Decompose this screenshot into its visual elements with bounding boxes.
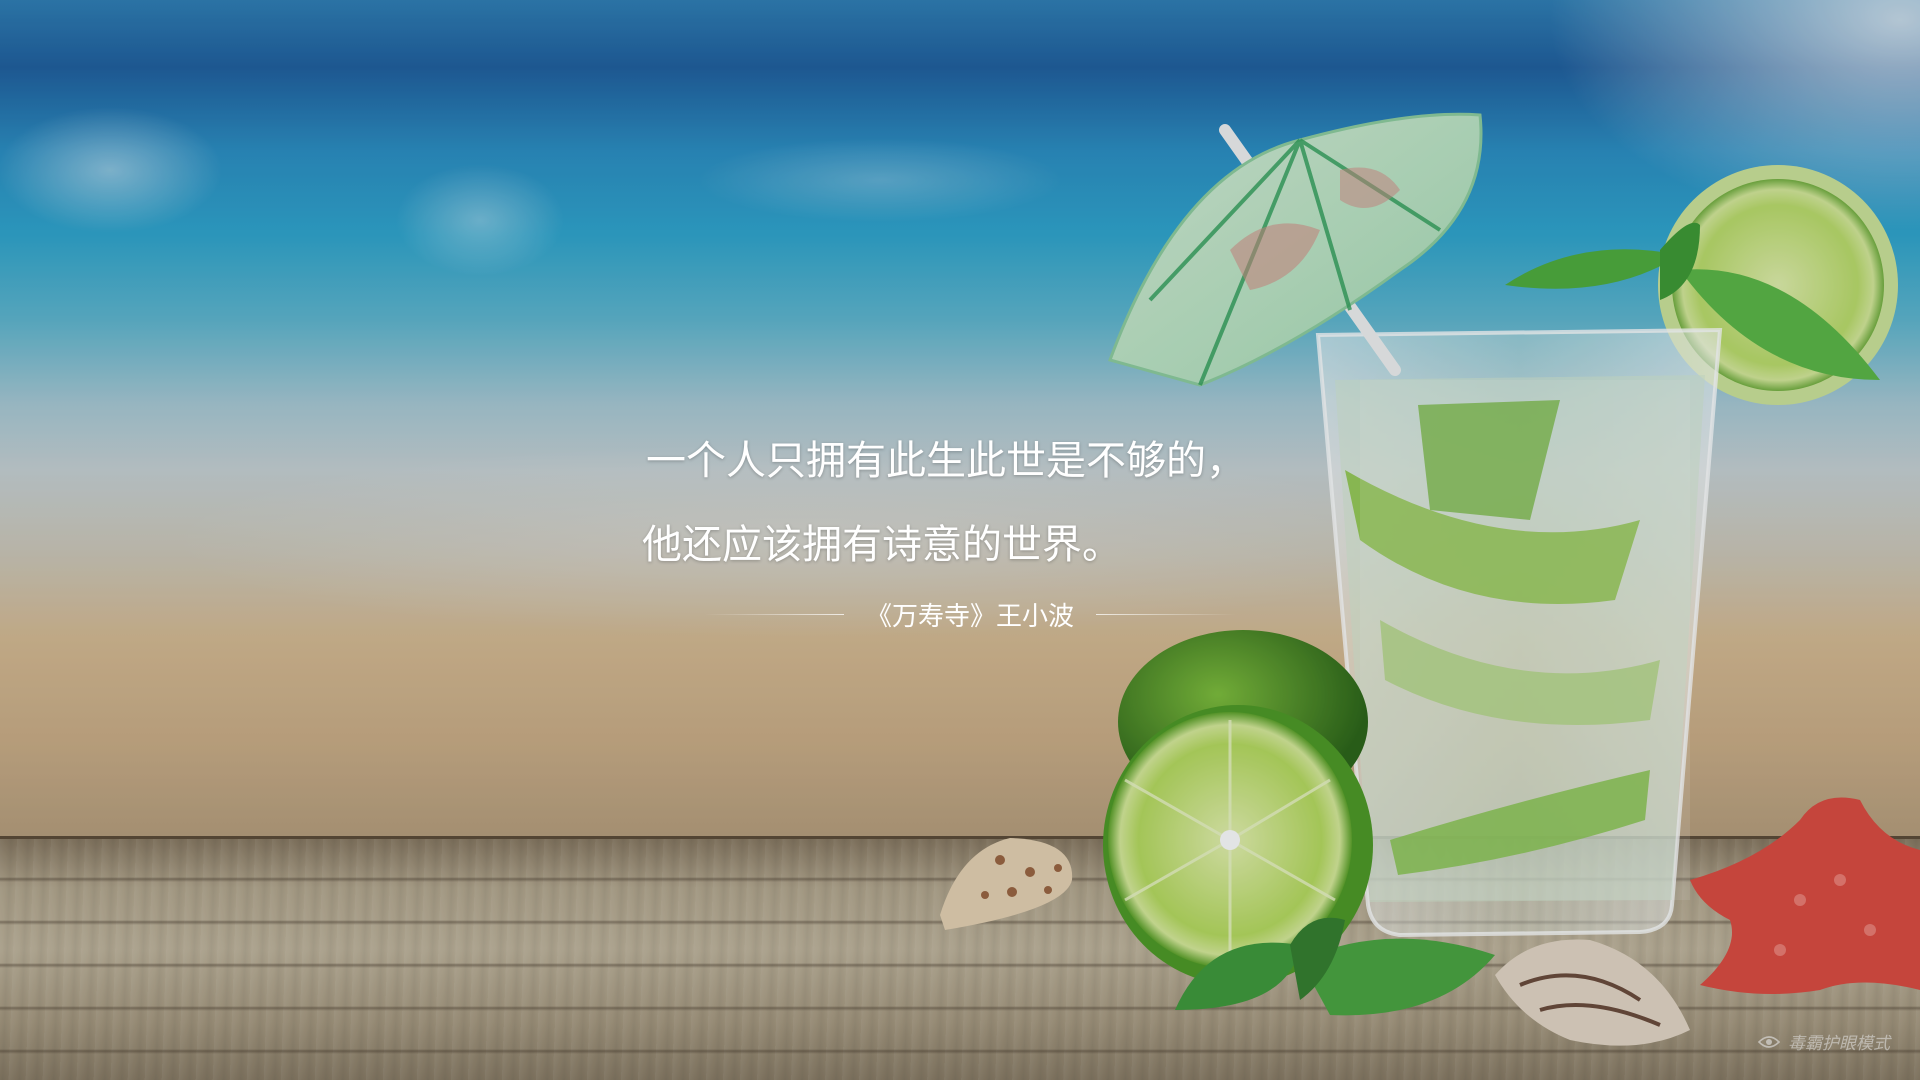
attribution-text: 《万寿寺》王小波 <box>865 601 1074 632</box>
quote-line-2: 他还应该拥有诗意的世界。 <box>642 522 1122 568</box>
quote-line-1: 一个人只拥有此生此世是不够的， <box>646 438 1246 484</box>
watermark-text: 毒霸护眼模式 <box>1788 1034 1890 1054</box>
eye-care-watermark: 毒霸护眼模式 <box>1758 1029 1890 1054</box>
attribution-rule-right <box>1096 613 1236 615</box>
eye-icon <box>1758 1035 1780 1049</box>
slide-canvas: 一个人只拥有此生此世是不够的， 他还应该拥有诗意的世界。 《万寿寺》王小波 毒霸… <box>0 0 1920 1080</box>
quote-attribution: 《万寿寺》王小波 <box>690 594 1250 634</box>
attribution-rule-left <box>703 613 844 615</box>
